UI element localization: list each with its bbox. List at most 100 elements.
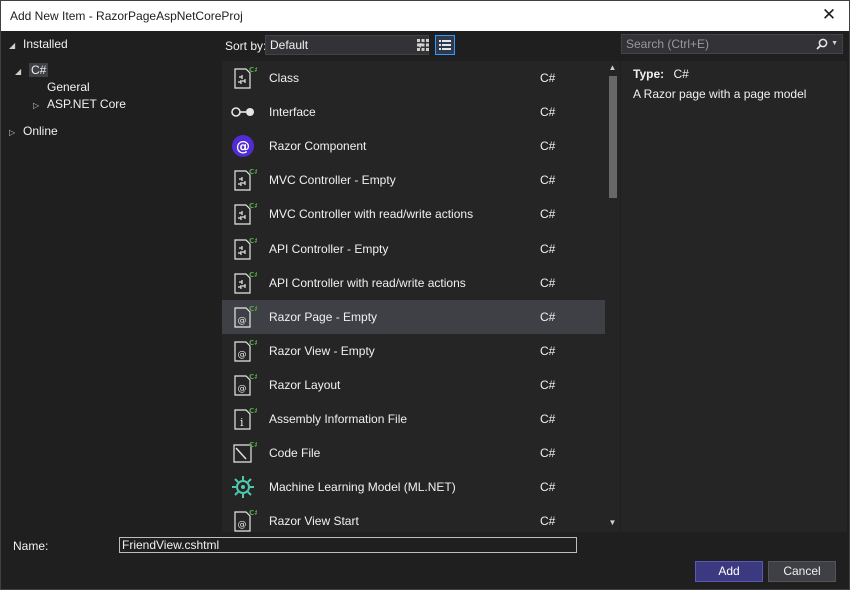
item-name: Razor Component: [269, 139, 367, 154]
tree-item-online[interactable]: ▷ Online: [9, 122, 58, 140]
search-options[interactable]: ▼: [816, 37, 838, 50]
list-item[interactable]: i C# Assembly Information File C#: [222, 402, 605, 436]
sort-by-label: Sort by:: [225, 39, 267, 53]
list-item[interactable]: @ Razor Component C#: [222, 129, 605, 163]
expanded-arrow-icon[interactable]: ◢: [15, 63, 29, 81]
title-bar: Add New Item - RazorPageAspNetCoreProj ✕: [1, 1, 849, 31]
controller-icon: C#: [229, 166, 260, 194]
razor-view-icon: @C#: [229, 337, 260, 365]
list-view-button[interactable]: [435, 35, 455, 55]
list-item[interactable]: @C#Razor Page - EmptyC#: [222, 299, 605, 334]
svg-text:@: @: [238, 520, 247, 530]
razor-layout-icon: @C#: [229, 371, 260, 399]
code-file-icon: C#: [229, 439, 260, 467]
svg-text:C#: C#: [249, 66, 257, 74]
assembly-info-icon: i C#: [229, 405, 260, 433]
svg-text:C#: C#: [249, 202, 257, 210]
template-description: A Razor page with a page model: [633, 87, 807, 101]
type-label: Type:: [633, 67, 665, 81]
close-icon[interactable]: ✕: [819, 5, 839, 25]
list-item[interactable]: C# Class C#: [222, 61, 605, 95]
search-icon: [816, 38, 828, 50]
svg-text:C#: C#: [249, 271, 257, 279]
item-name: Assembly Information File: [269, 412, 408, 426]
razor-view-start-icon: @C#: [229, 507, 260, 532]
svg-text:i: i: [240, 416, 244, 429]
svg-text:C#: C#: [249, 305, 257, 313]
item-name: Razor View Start: [269, 514, 359, 529]
svg-text:@: @: [238, 350, 247, 360]
list-item[interactable]: @C#Razor View StartC#: [222, 504, 605, 532]
tree-item-installed[interactable]: ◢ Installed: [9, 35, 68, 53]
razor-page-icon: @C#: [229, 303, 260, 331]
svg-text:C#: C#: [249, 237, 257, 245]
tree-item-label: ASP.NET Core: [47, 97, 126, 111]
ml-model-icon: [229, 473, 257, 501]
item-language: C#: [540, 412, 556, 426]
svg-text:C#: C#: [249, 407, 257, 415]
item-language: C#: [540, 446, 556, 461]
item-language: C#: [540, 514, 556, 529]
svg-text:C#: C#: [249, 509, 257, 517]
svg-text:@: @: [238, 316, 247, 326]
grid-view-button[interactable]: [413, 35, 433, 55]
tree-item-label: Installed: [23, 37, 68, 51]
list-item[interactable]: C# MVC Controller with read/write actions…: [222, 197, 605, 231]
list-item[interactable]: C# API Controller with read/write actions…: [222, 266, 605, 300]
expanded-arrow-icon[interactable]: ◢: [9, 37, 23, 55]
name-label: Name:: [13, 539, 49, 553]
list-item[interactable]: Machine Learning Model (ML.NET) C#: [222, 470, 605, 504]
item-name: Code File: [269, 446, 321, 461]
grid-view-icon: [417, 39, 429, 51]
scroll-thumb[interactable]: [609, 76, 617, 198]
name-field[interactable]: [119, 537, 577, 553]
list-item[interactable]: C# MVC Controller - Empty C#: [222, 163, 605, 197]
svg-text:@: @: [236, 139, 250, 155]
tree-item-general[interactable]: General: [47, 78, 90, 96]
item-language: C#: [540, 207, 556, 222]
item-language: C#: [540, 105, 556, 120]
add-button[interactable]: Add: [695, 561, 763, 582]
razor-component-icon: @: [229, 132, 257, 160]
category-tree: ◢ Installed ◢ C# General ▷ ASP.NET Core ▷ On…: [1, 32, 222, 532]
scroll-up-icon[interactable]: ▲: [605, 61, 620, 75]
chevron-down-icon: ▼: [831, 40, 838, 47]
sort-by-dropdown[interactable]: Default ▼: [265, 35, 429, 55]
item-language: C#: [540, 173, 556, 188]
controller-icon: C#: [229, 269, 260, 297]
class-icon: C#: [229, 64, 260, 92]
list-item[interactable]: Interface C#: [222, 95, 605, 129]
item-name: Machine Learning Model (ML.NET): [269, 480, 456, 495]
svg-text:C#: C#: [249, 373, 257, 381]
list-item[interactable]: @C#Razor View - EmptyC#: [222, 334, 605, 368]
item-name: API Controller with read/write actions: [269, 275, 466, 290]
item-language: C#: [540, 309, 556, 324]
svg-text:C#: C#: [249, 339, 257, 347]
tree-item-label: C#: [29, 63, 49, 77]
vertical-scrollbar[interactable]: ▲ ▼: [605, 61, 620, 532]
details-panel: Type: C# A Razor page with a page model: [621, 61, 847, 532]
item-language: C#: [540, 71, 556, 85]
list-item[interactable]: C# Code File C#: [222, 436, 605, 470]
item-language: C#: [540, 343, 556, 358]
scroll-down-icon[interactable]: ▼: [605, 516, 620, 530]
item-name: Razor View - Empty: [269, 343, 375, 358]
template-list: C#ClassC#InterfaceC#@Razor ComponentC#C#…: [222, 61, 620, 532]
sort-by-value: Default: [270, 38, 309, 52]
tree-item-aspnet-core[interactable]: ▷ ASP.NET Core: [33, 95, 126, 113]
collapsed-arrow-icon[interactable]: ▷: [9, 124, 23, 142]
item-language: C#: [540, 275, 556, 290]
item-name: API Controller - Empty: [269, 241, 389, 256]
list-item[interactable]: C# API Controller - Empty C#: [222, 232, 605, 266]
search-input[interactable]: Search (Ctrl+E) ▼: [621, 34, 843, 54]
tree-item-label: Online: [23, 124, 58, 138]
tree-item-csharp[interactable]: ◢ C#: [15, 61, 49, 81]
item-name: Razor Page - Empty: [269, 309, 378, 324]
svg-text:C#: C#: [249, 168, 257, 176]
svg-text:@: @: [238, 384, 247, 394]
item-language: C#: [540, 377, 556, 392]
list-item[interactable]: @C#Razor LayoutC#: [222, 368, 605, 402]
cancel-button[interactable]: Cancel: [768, 561, 836, 582]
collapsed-arrow-icon[interactable]: ▷: [33, 97, 47, 115]
dialog-title: Add New Item - RazorPageAspNetCoreProj: [10, 9, 243, 23]
